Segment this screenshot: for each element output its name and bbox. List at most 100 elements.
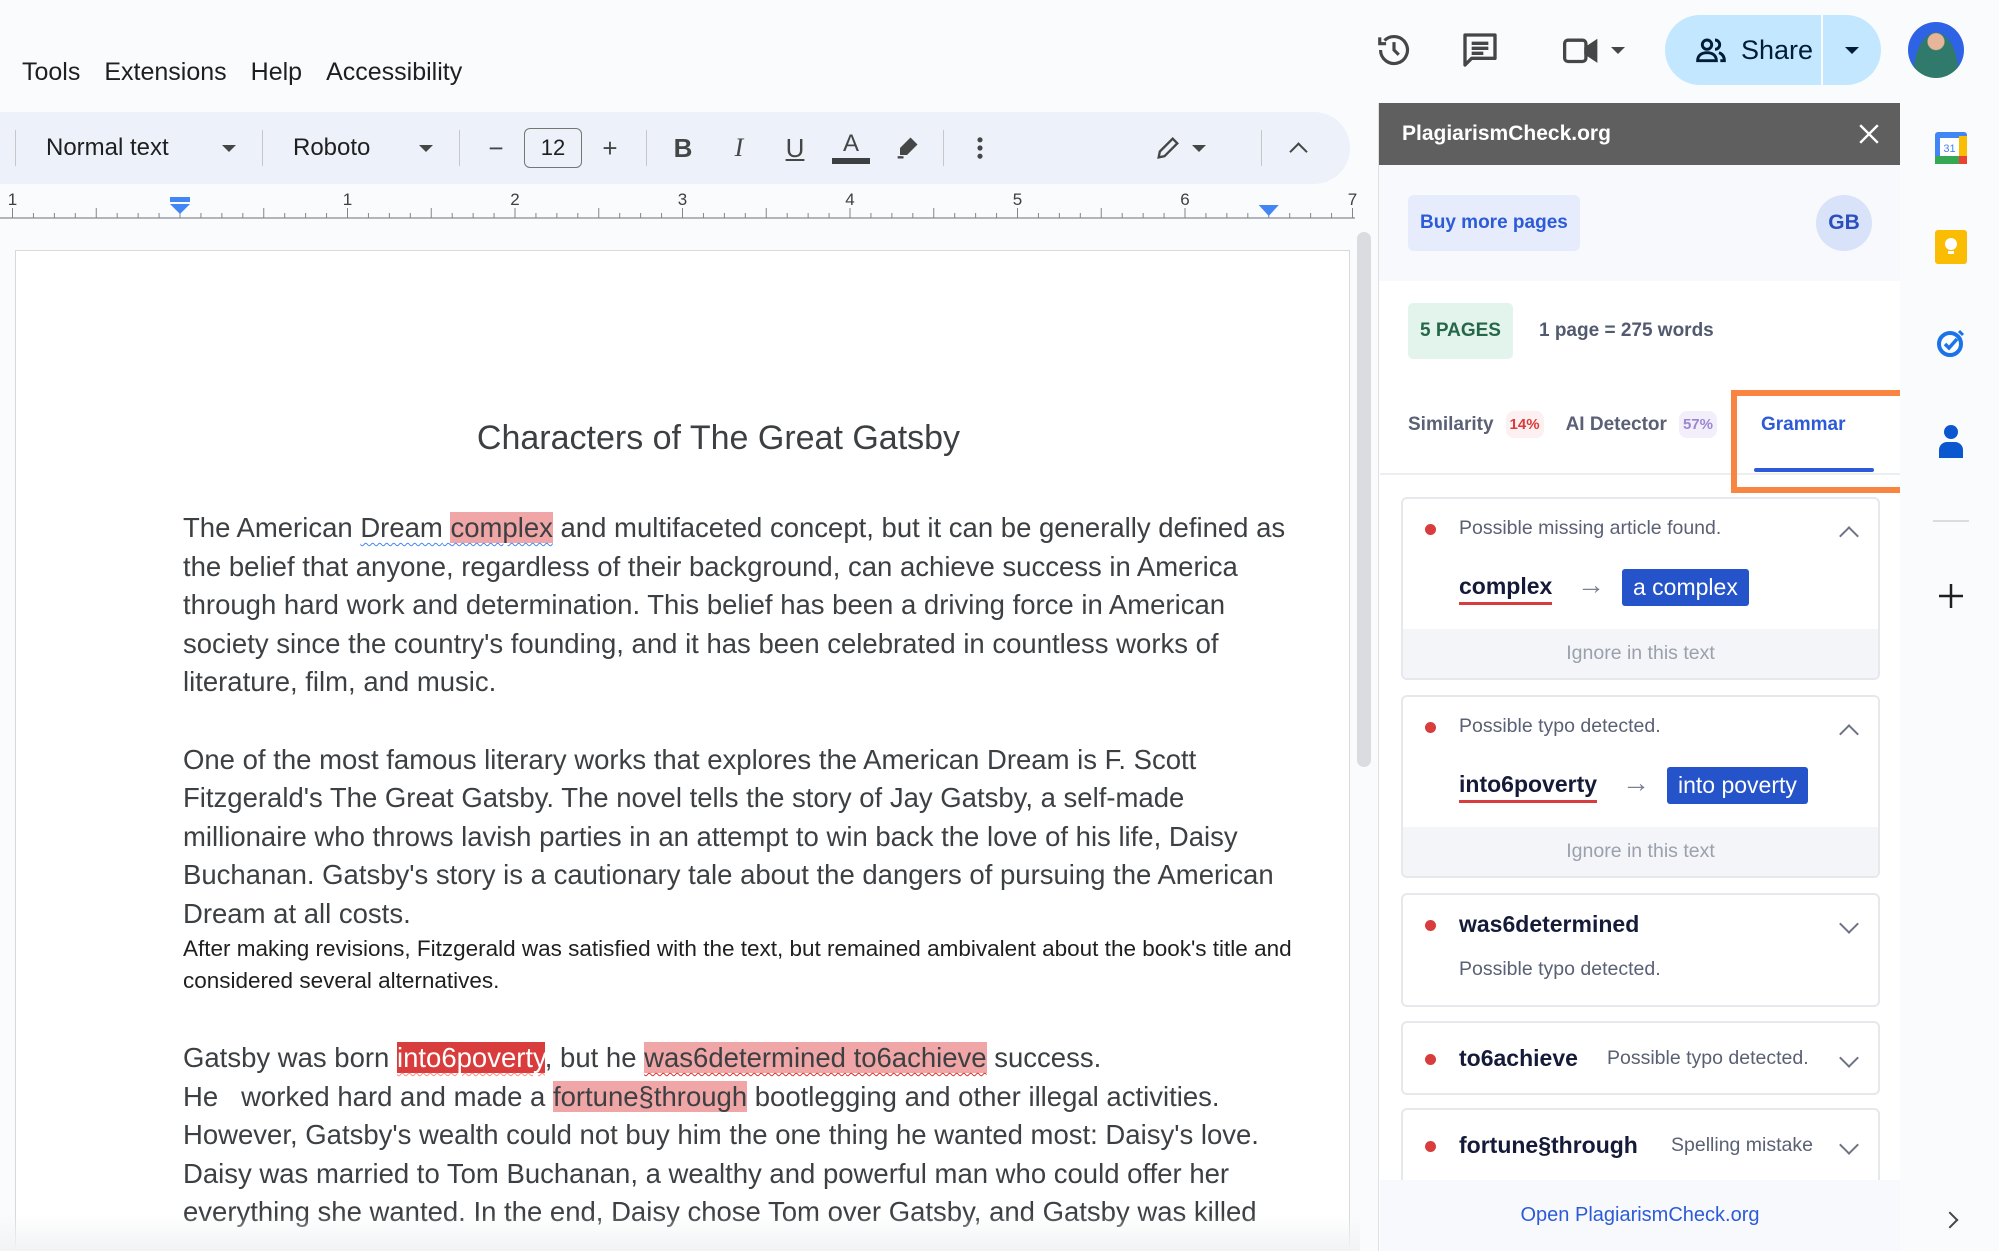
paragraph: The American Dream complex and multiface… xyxy=(183,512,1286,697)
toolbar-divider xyxy=(943,130,944,166)
suggestion-button[interactable]: into poverty xyxy=(1667,767,1808,804)
chevron-down-icon xyxy=(222,144,236,152)
increase-font-size-button[interactable]: + xyxy=(588,126,632,170)
menu-help[interactable]: Help xyxy=(241,58,316,87)
text-color-icon: A xyxy=(842,130,859,157)
document-scrollbar[interactable] xyxy=(1357,232,1371,767)
open-plagiarismcheck-link[interactable]: Open PlagiarismCheck.org xyxy=(1521,1204,1760,1227)
menu-extensions[interactable]: Extensions xyxy=(94,58,240,87)
tasks-icon[interactable] xyxy=(1935,327,1967,359)
share-button-group: Share xyxy=(1665,15,1881,85)
flagged-word-fortune-through[interactable]: fortune§through xyxy=(552,1080,748,1112)
error-dot-icon xyxy=(1425,524,1436,535)
account-avatar[interactable] xyxy=(1908,22,1964,78)
chevron-down-icon[interactable] xyxy=(1839,1135,1859,1155)
issue-message: Possible typo detected. xyxy=(1607,1047,1809,1069)
close-icon[interactable] xyxy=(1858,123,1880,145)
menu-tools[interactable]: Tools xyxy=(12,58,94,87)
document-page[interactable]: Characters of The Great Gatsby The Ameri… xyxy=(15,250,1350,1251)
comments-button[interactable] xyxy=(1458,28,1502,72)
tab-similarity[interactable]: Similarity 14% xyxy=(1408,411,1544,438)
flagged-word-complex[interactable]: complex xyxy=(450,512,553,543)
contacts-icon[interactable] xyxy=(1935,424,1967,458)
font-size-input[interactable]: 12 xyxy=(524,128,582,168)
ruler-label: 6 xyxy=(1180,190,1189,209)
chevron-right-icon xyxy=(1941,1211,1959,1229)
buy-more-pages-button[interactable]: Buy more pages xyxy=(1408,195,1580,251)
pages-badge: 5 PAGES xyxy=(1408,303,1513,359)
meet-button[interactable] xyxy=(1553,28,1633,72)
add-addon-button[interactable] xyxy=(1935,580,1967,612)
issue-card[interactable]: to6achieve Possible typo detected. xyxy=(1401,1021,1880,1095)
document-body: The American Dream complex and multiface… xyxy=(183,509,1303,1232)
rail-divider xyxy=(1933,520,1969,522)
error-dot-icon xyxy=(1425,1054,1436,1065)
issue-word: into6poverty xyxy=(1459,771,1598,803)
flagged-word-was6determined[interactable]: was6determined xyxy=(644,1042,846,1073)
calendar-icon[interactable]: 31 xyxy=(1935,132,1967,164)
more-options-button[interactable] xyxy=(958,126,1002,170)
chevron-up-icon[interactable] xyxy=(1839,526,1859,546)
grammar-flag-dream[interactable]: Dream xyxy=(360,512,443,543)
highlight-color-button[interactable] xyxy=(885,126,929,170)
similarity-score-badge: 14% xyxy=(1505,411,1544,438)
menu-bar: Tools Extensions Help Accessibility xyxy=(12,58,476,87)
panel-account-bar: Buy more pages GB xyxy=(1379,165,1900,281)
toolbar-divider xyxy=(15,130,16,166)
ignore-button[interactable]: Ignore in this text xyxy=(1403,827,1878,876)
user-avatar[interactable]: GB xyxy=(1816,195,1872,251)
font-family-dropdown[interactable]: Roboto xyxy=(271,134,451,162)
more-vert-icon xyxy=(977,137,983,159)
issue-card[interactable]: was6determined Possible typo detected. xyxy=(1401,893,1880,1007)
panel-footer: Open PlagiarismCheck.org xyxy=(1380,1180,1900,1251)
panel-header: PlagiarismCheck.org xyxy=(1379,103,1900,165)
formatting-toolbar: Normal text Roboto − 12 + B I U A xyxy=(0,112,1350,184)
italic-button[interactable]: I xyxy=(717,126,761,170)
toolbar-divider xyxy=(262,130,263,166)
font-family-value: Roboto xyxy=(293,134,371,161)
issue-word: complex xyxy=(1459,573,1553,605)
text-color-button[interactable]: A xyxy=(829,126,873,170)
horizontal-ruler[interactable]: 1 1 2 3 4 5 6 7 xyxy=(0,190,1360,226)
suggestion-button[interactable]: a complex xyxy=(1622,569,1749,606)
document-bottom-fade xyxy=(0,1215,1360,1251)
chevron-down-icon[interactable] xyxy=(1839,1048,1859,1068)
tab-ai-detector[interactable]: AI Detector 57% xyxy=(1566,411,1717,438)
paragraph-style-value: Normal text xyxy=(46,134,169,161)
issue-card[interactable]: Possible missing article found. complex … xyxy=(1401,497,1880,680)
share-dropdown-button[interactable] xyxy=(1823,46,1881,54)
ruler-label: 7 xyxy=(1348,190,1357,209)
highlighter-icon xyxy=(897,137,918,159)
panel-title: PlagiarismCheck.org xyxy=(1402,122,1611,145)
chevron-up-icon[interactable] xyxy=(1839,724,1859,744)
issue-card[interactable]: Possible typo detected. into6poverty → i… xyxy=(1401,695,1880,878)
ignore-button[interactable]: Ignore in this text xyxy=(1403,629,1878,678)
issue-word: was6determined xyxy=(1459,911,1640,937)
hide-menus-button[interactable] xyxy=(1276,126,1320,170)
chevron-down-icon[interactable] xyxy=(1839,914,1859,934)
issue-word: fortune§through xyxy=(1459,1132,1638,1158)
keep-icon[interactable] xyxy=(1935,230,1967,264)
share-label: Share xyxy=(1741,34,1814,65)
expand-panel-button[interactable] xyxy=(1940,1206,1972,1238)
decrease-font-size-button[interactable]: − xyxy=(474,126,518,170)
issue-message: Possible missing article found. xyxy=(1459,517,1722,539)
menu-accessibility[interactable]: Accessibility xyxy=(316,58,476,87)
flagged-word-into6poverty[interactable]: into6poverty xyxy=(396,1042,545,1073)
bold-button[interactable]: B xyxy=(661,126,705,170)
right-indent-marker xyxy=(1258,205,1279,216)
underline-button[interactable]: U xyxy=(773,126,817,170)
plus-icon xyxy=(1939,584,1963,608)
ruler-label: 5 xyxy=(1013,190,1022,209)
paragraph-style-dropdown[interactable]: Normal text xyxy=(24,134,254,162)
share-button[interactable]: Share xyxy=(1665,15,1823,85)
text-color-swatch xyxy=(832,158,870,164)
paragraph: After making revisions, Fitzgerald was s… xyxy=(183,936,1292,993)
version-history-icon xyxy=(1378,35,1410,66)
version-history-button[interactable] xyxy=(1372,28,1416,72)
chevron-down-icon xyxy=(419,144,433,152)
ruler-label: 1 xyxy=(343,190,352,209)
paragraph: Gatsby was born into6poverty, but he was… xyxy=(183,1042,1259,1227)
editing-mode-dropdown[interactable] xyxy=(1145,126,1215,170)
flagged-word-to6achieve[interactable]: to6achieve xyxy=(853,1042,987,1073)
